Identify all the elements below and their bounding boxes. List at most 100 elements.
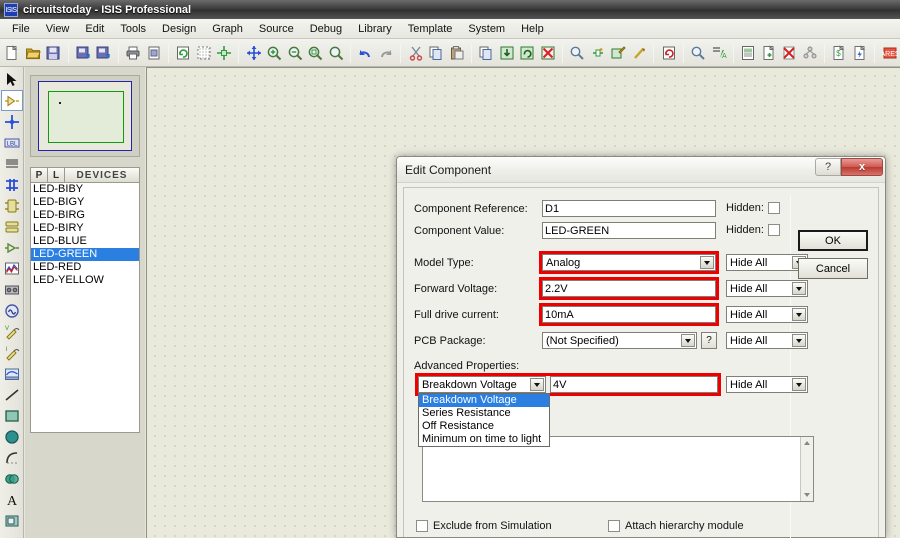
line-tool-icon[interactable] [1,384,23,405]
model-type-combo[interactable]: Analog [542,254,716,271]
scroll-up-icon[interactable] [801,437,813,449]
chevron-down-icon[interactable] [700,256,714,269]
cancel-button[interactable]: Cancel [798,258,868,279]
menu-item-debug[interactable]: Debug [302,21,350,37]
menu-item-view[interactable]: View [38,21,78,37]
decompose-icon[interactable] [630,42,649,64]
model-type-visibility-combo[interactable]: Hide All [726,254,808,271]
device-list-item[interactable]: LED-BIGY [31,196,139,209]
text-tool-icon[interactable]: A [1,489,23,510]
zoom-out-icon[interactable] [286,42,305,64]
print-area-icon[interactable] [144,42,163,64]
text-script-icon[interactable] [1,153,23,174]
junction-dot-icon[interactable] [1,111,23,132]
undo-icon[interactable] [356,42,375,64]
exclude-from-simulation-checkbox[interactable] [416,520,428,532]
advanced-visibility-combo[interactable]: Hide All [726,376,808,393]
refresh-icon[interactable] [174,42,193,64]
block-copy-icon[interactable] [477,42,496,64]
arc-tool-icon[interactable] [1,447,23,468]
chevron-down-icon[interactable] [792,308,806,321]
print-icon[interactable] [124,42,143,64]
device-header-l[interactable]: L [48,168,65,182]
advanced-property-input[interactable] [550,376,718,393]
search-tag-icon[interactable] [689,42,708,64]
full-drive-current-input[interactable] [542,306,716,323]
make-device-icon[interactable] [589,42,608,64]
component-reference-input[interactable] [542,200,716,217]
dropdown-option[interactable]: Series Resistance [419,407,549,420]
redo-icon[interactable] [377,42,396,64]
textarea-scrollbar[interactable] [800,437,813,501]
remove-sheet-icon[interactable] [780,42,799,64]
menu-item-graph[interactable]: Graph [204,21,251,37]
circle-tool-icon[interactable] [1,426,23,447]
reference-hidden-checkbox[interactable] [768,202,780,214]
packaging-tool-icon[interactable] [609,42,628,64]
exclude-from-simulation-row[interactable]: Exclude from Simulation [416,520,552,532]
scroll-down-icon[interactable] [801,489,813,501]
menu-item-help[interactable]: Help [513,21,552,37]
forward-voltage-visibility-combo[interactable]: Hide All [726,280,808,297]
zoom-area-icon[interactable] [306,42,325,64]
chevron-down-icon[interactable] [792,282,806,295]
pcb-package-query-button[interactable]: ? [701,332,717,349]
copy-icon[interactable] [427,42,446,64]
netlist-transfer-icon[interactable]: ARES [880,42,899,64]
save-icon[interactable] [44,42,63,64]
new-sheet-icon[interactable] [760,42,779,64]
block-move-icon[interactable] [497,42,516,64]
device-list-item[interactable]: LED-GREEN [31,248,139,261]
wire-label-icon[interactable]: LBL [1,132,23,153]
design-explorer-icon[interactable] [739,42,758,64]
forward-voltage-input[interactable] [542,280,716,297]
selection-mode-icon[interactable] [1,69,23,90]
help-icon[interactable]: ? [815,158,841,176]
menu-item-file[interactable]: File [4,21,38,37]
dropdown-option[interactable]: Off Resistance [419,420,549,433]
dropdown-option[interactable]: Breakdown Voltage [419,394,549,407]
pan-icon[interactable] [244,42,263,64]
graph-mode-icon[interactable] [1,258,23,279]
wire-autorouter-icon[interactable] [659,42,678,64]
open-folder-icon[interactable] [24,42,43,64]
component-mode-icon[interactable] [0,90,23,111]
import-section-icon[interactable] [74,42,93,64]
paste-icon[interactable] [447,42,466,64]
bus-icon[interactable] [1,174,23,195]
menu-item-system[interactable]: System [460,21,513,37]
menu-item-source[interactable]: Source [251,21,302,37]
block-delete-icon[interactable] [539,42,558,64]
advanced-property-dropdown-list[interactable]: Breakdown Voltage Series Resistance Off Re… [418,393,550,447]
tape-recorder-icon[interactable] [1,279,23,300]
chevron-down-icon[interactable] [792,378,806,391]
property-assignment-icon[interactable]: A [709,42,728,64]
chevron-down-icon[interactable] [792,334,806,347]
terminal-icon[interactable] [1,216,23,237]
electrical-rule-check-icon[interactable] [851,42,870,64]
menu-item-edit[interactable]: Edit [77,21,112,37]
subcircuit-icon[interactable] [1,195,23,216]
device-header-devices[interactable]: DEVICES [65,168,139,182]
device-list-item[interactable]: LED-YELLOW [31,274,139,287]
zoom-in-icon[interactable] [265,42,284,64]
value-hidden-checkbox[interactable] [768,224,780,236]
block-rotate-icon[interactable] [518,42,537,64]
component-value-input[interactable] [542,222,716,239]
dropdown-option[interactable]: Minimum on time to light [419,433,549,446]
menu-item-tools[interactable]: Tools [112,21,154,37]
box-tool-icon[interactable] [1,405,23,426]
device-list-item[interactable]: LED-BIRY [31,222,139,235]
chevron-down-icon[interactable] [681,334,695,347]
symbol-tool-icon[interactable] [1,510,23,531]
voltage-probe-icon[interactable]: V [1,321,23,342]
current-probe-icon[interactable]: I [1,342,23,363]
virtual-instrument-icon[interactable] [1,363,23,384]
device-header-p[interactable]: P [31,168,48,182]
path-tool-icon[interactable] [1,468,23,489]
pick-device-icon[interactable] [568,42,587,64]
device-list-item[interactable]: LED-RED [31,261,139,274]
device-list-item[interactable]: LED-BIRG [31,209,139,222]
new-file-icon[interactable] [3,42,22,64]
pcb-package-combo[interactable]: (Not Specified) [542,332,697,349]
